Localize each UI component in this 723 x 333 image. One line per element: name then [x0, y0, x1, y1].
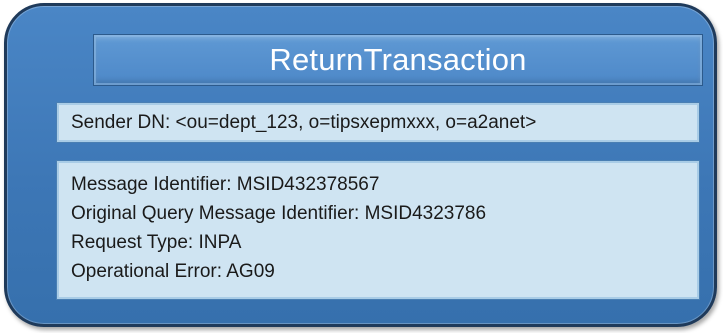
- operational-error-line: Operational Error: AG09: [71, 261, 275, 282]
- diagram-stage: ReturnTransaction Sender DN: <ou=dept_12…: [0, 0, 723, 333]
- original-query-identifier-line: Original Query Message Identifier: MSID4…: [71, 203, 487, 224]
- message-title: ReturnTransaction: [269, 42, 527, 77]
- sender-dn-text: Sender DN: <ou=dept_123, o=tipsxepmxxx, …: [71, 111, 537, 133]
- details-box: Message Identifier: MSID432378567 Origin…: [56, 160, 700, 300]
- request-type-line: Request Type: INPA: [71, 232, 242, 253]
- title-bar: ReturnTransaction: [93, 34, 703, 86]
- message-identifier-line: Message Identifier: MSID432378567: [71, 174, 380, 195]
- sender-box: Sender DN: <ou=dept_123, o=tipsxepmxxx, …: [56, 102, 700, 143]
